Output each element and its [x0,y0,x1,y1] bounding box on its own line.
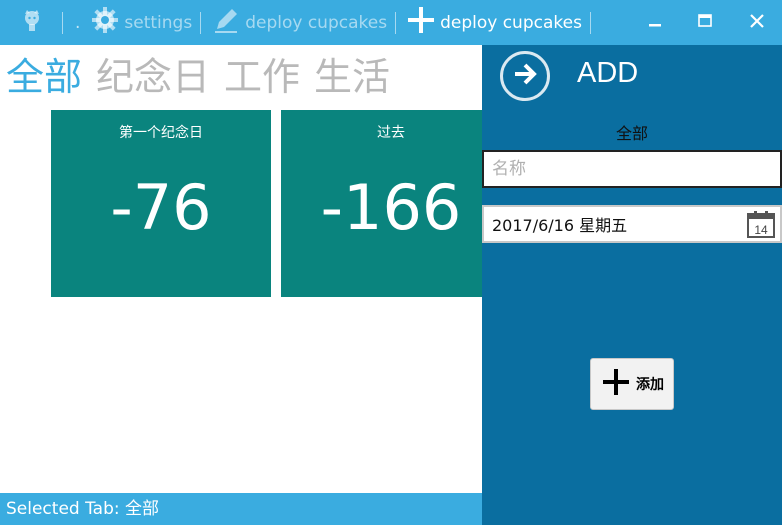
pane-title: ADD [577,57,639,89]
plus-icon [406,5,436,40]
github-button[interactable] [10,0,54,45]
tile-title: 过去 [377,125,405,141]
date-value: 2017/6/16 星期五 [492,216,628,235]
settings-label: settings [124,12,193,33]
pane-header: ADD [482,45,782,105]
maximize-icon [697,13,713,33]
tile-days-value: -76 [110,171,212,244]
separator [200,11,202,34]
event-tile[interactable]: 过去 -166 [281,110,501,297]
deploy-button[interactable]: deploy cupcakes [211,0,387,45]
separator [589,11,591,34]
event-tile[interactable]: 第一个纪念日 -76 [51,110,271,297]
pane-category-label: 全部 [615,124,648,143]
add-button-label: 添加 [636,377,664,393]
calendar-day: 14 [754,223,768,237]
pivot-tabs: 全部 纪念日 工作 生活 [6,52,404,102]
maximize-button[interactable] [682,0,728,45]
status-text: Selected Tab: 全部 [6,499,160,519]
add-deploy-button[interactable]: deploy cupcakes [406,0,582,45]
calendar-icon[interactable]: 14 [746,209,776,243]
tab-anniversary[interactable]: 纪念日 [96,52,210,102]
tile-title: 第一个纪念日 [119,125,203,141]
pen-icon [211,5,241,40]
date-picker[interactable]: 2017/6/16 星期五 14 [482,205,782,243]
close-button[interactable] [734,0,780,45]
separator [62,11,63,34]
deploy-label: deploy cupcakes [245,12,388,33]
dot-label: . [75,12,81,33]
add-button[interactable]: 添加 [590,358,674,410]
minimize-button[interactable] [632,0,678,45]
minimize-icon [647,13,663,33]
tab-work[interactable]: 工作 [224,52,300,102]
arrow-right-icon [511,60,539,92]
github-icon [20,8,44,37]
tile-days-value: -166 [320,171,462,244]
back-button[interactable] [500,51,550,101]
name-input[interactable] [482,150,782,188]
plus-icon [600,366,632,402]
settings-button[interactable]: settings [90,0,192,45]
tab-life[interactable]: 生活 [314,52,390,102]
add-deploy-label: deploy cupcakes [440,12,582,33]
gear-icon [90,5,120,40]
tab-all[interactable]: 全部 [6,52,82,102]
separator [395,11,397,34]
add-pane: ADD 全部 2017/6/16 星期五 14 添加 [482,45,782,525]
close-icon [748,12,766,34]
